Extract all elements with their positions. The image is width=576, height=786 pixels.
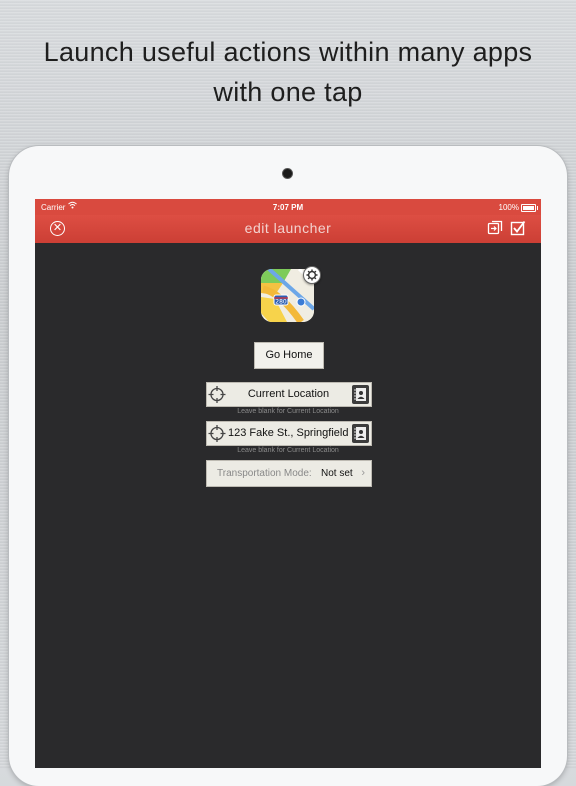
destination-value[interactable]: 123 Fake St., Springfield [228, 422, 349, 445]
contacts-book-icon[interactable] [352, 424, 369, 443]
status-bar: Carrier 7:07 PM 100% [35, 199, 541, 215]
front-camera [283, 169, 292, 178]
start-location-field[interactable]: Current Location [206, 382, 372, 407]
crosshair-icon[interactable] [207, 383, 227, 406]
headline-line-2: with one tap [213, 77, 363, 107]
start-location-hint: Leave blank for Current Location [237, 408, 339, 415]
status-time: 7:07 PM [272, 203, 304, 212]
crosshair-icon[interactable] [207, 422, 227, 445]
chevron-right-icon: › [361, 467, 365, 479]
battery-icon [521, 204, 538, 212]
battery-percentage: 100% [498, 203, 519, 212]
transportation-mode-value: Not set [321, 468, 353, 479]
promo-headline: Launch useful actions within many apps w… [0, 32, 576, 112]
device-screen: Carrier 7:07 PM 100% ✕ edit launcher 280… [35, 199, 541, 768]
destination-hint: Leave blank for Current Location [237, 447, 339, 454]
navigation-bar: ✕ edit launcher [35, 215, 541, 243]
contacts-book-icon[interactable] [352, 385, 369, 404]
destination-field[interactable]: 123 Fake St., Springfield [206, 421, 372, 446]
duplicate-icon[interactable] [487, 220, 503, 236]
checkbox-icon[interactable] [510, 220, 526, 236]
nav-title: edit launcher [244, 220, 332, 236]
start-location-value[interactable]: Current Location [228, 383, 349, 406]
headline-line-1: Launch useful actions within many apps [43, 37, 533, 67]
go-home-button[interactable]: Go Home [254, 342, 324, 369]
svg-text:280: 280 [275, 299, 287, 306]
transportation-mode-row[interactable]: Transportation Mode: Not set › [206, 460, 372, 487]
transportation-mode-label: Transportation Mode: [217, 468, 312, 479]
gear-icon[interactable] [303, 266, 321, 284]
